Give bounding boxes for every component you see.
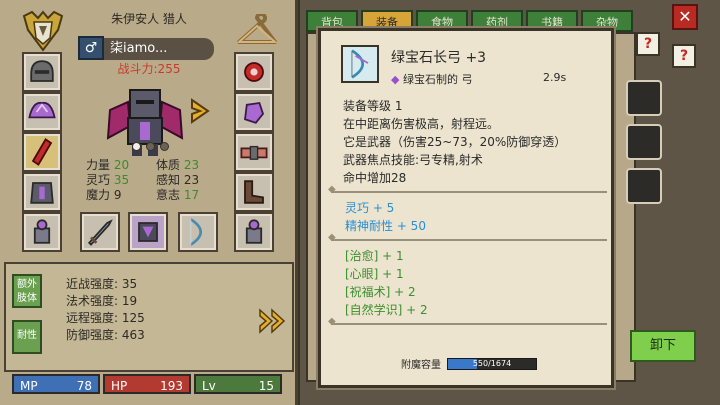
desc-line: 武器焦点技能:弓专精,射术 xyxy=(343,153,483,167)
stat-constitution: 体质 23 xyxy=(156,158,200,172)
extra-limbs-tab[interactable]: 额外 肢体 xyxy=(12,274,42,308)
mp-bar: MP 78 xyxy=(12,374,100,394)
page-indicator-dot[interactable] xyxy=(132,142,141,151)
enchant-progress-bar: 550/1674 xyxy=(447,357,537,370)
boots-slot[interactable] xyxy=(234,172,274,212)
bonus-line: [祝福术] + 2 xyxy=(345,285,416,299)
stat-dexterity: 灵巧 35 xyxy=(86,173,130,187)
defense-strength: 防御强度: 463 xyxy=(66,328,145,342)
hp-bar: HP 193 xyxy=(103,374,191,394)
spell-strength: 法术强度: 19 xyxy=(66,294,138,308)
attribute-bonuses: 灵巧 + 5 精神耐性 + 50 xyxy=(345,199,426,235)
item-tooltip: 绿宝石长弓 +3 ◆ 绿宝石制的 弓 2.9s 装备等级 1 在中距离伤害极高，… xyxy=(318,28,614,388)
attack-speed: 2.9s xyxy=(543,71,567,84)
desc-line: 它是武器（伤害25~73，20%防御穿透） xyxy=(343,135,567,149)
gem-diamond-icon: ◆ xyxy=(391,73,400,86)
inventory-slot[interactable] xyxy=(626,124,662,160)
inventory-slot[interactable] xyxy=(626,168,662,204)
character-portrait xyxy=(100,80,190,160)
shoulder-slot[interactable] xyxy=(22,92,62,132)
stat-perception: 感知 23 xyxy=(156,173,200,187)
combat-strength-list: 近战强度: 35 法术强度: 19 远程强度: 125 防御强度: 463 xyxy=(66,276,145,344)
ring-slot-left[interactable] xyxy=(22,212,62,252)
level-bar: Lv 15 xyxy=(194,374,282,394)
desc-line: 在中距离伤害极高，射程远。 xyxy=(343,117,500,131)
gloves-slot[interactable] xyxy=(234,92,274,132)
bonus-line: [心眼] + 1 xyxy=(345,267,404,281)
inventory-tabs: 背包 装备 食物 药剂 书籍 杂物 xyxy=(300,10,660,32)
offhand-slot[interactable] xyxy=(128,212,168,252)
enchant-value: 550/1674 xyxy=(472,358,512,368)
page-indicator-dot[interactable] xyxy=(160,142,169,151)
resource-bar: MP 78 HP 193 Lv 15 xyxy=(12,374,282,394)
desc-line: 命中增加28 xyxy=(343,171,407,185)
bonus-line: 精神耐性 + 50 xyxy=(345,219,426,233)
belt-slot[interactable] xyxy=(234,132,274,172)
divider xyxy=(328,184,607,195)
item-material: ◆ 绿宝石制的 弓 xyxy=(391,73,473,86)
helmet-slot[interactable] xyxy=(22,52,62,92)
unequip-button[interactable]: 卸下 xyxy=(630,330,696,362)
bonus-line: [自然学识] + 2 xyxy=(345,303,428,317)
bonus-line: [治愈] + 1 xyxy=(345,249,404,263)
gender-male-icon: ♂ xyxy=(78,36,104,60)
help-icon[interactable]: ? xyxy=(636,32,660,56)
chest-armor-slot[interactable] xyxy=(22,172,62,212)
combat-details-panel: 额外 肢体 耐性 近战强度: 35 法术强度: 19 远程强度: 125 防御强… xyxy=(4,262,294,372)
cloak-slot[interactable] xyxy=(22,132,62,172)
weapon-sword-slot[interactable] xyxy=(80,212,120,252)
help-icon[interactable]: ? xyxy=(672,44,696,68)
skill-bonuses: [治愈] + 1 [心眼] + 1 [祝福术] + 2 [自然学识] + 2 xyxy=(345,247,428,319)
ring-slot-right[interactable] xyxy=(234,212,274,252)
stat-strength: 力量 20 xyxy=(86,158,130,172)
stat-will: 意志 17 xyxy=(156,188,200,202)
next-page-arrow-icon[interactable] xyxy=(188,96,214,126)
item-description: 装备等级 1 在中距离伤害极高，射程远。 它是武器（伤害25~73，20%防御穿… xyxy=(343,97,566,187)
item-name: 绿宝石长弓 +3 xyxy=(391,50,487,66)
melee-strength: 近战强度: 35 xyxy=(66,277,138,291)
close-button[interactable]: ✕ xyxy=(672,4,698,30)
attribute-stats: 力量 20 体质 23 灵巧 35 感知 23 魔力 9 意志 17 xyxy=(86,158,226,203)
amulet-slot[interactable] xyxy=(234,52,274,92)
character-panel: 朱伊安人 猎人 ♂ 柒iamo... 战斗力:255 力量 20 体质 23 灵… xyxy=(0,0,298,405)
divider xyxy=(328,232,607,243)
resistance-tab[interactable]: 耐性 xyxy=(12,320,42,354)
longbow-icon xyxy=(341,45,379,83)
page-indicator-dot[interactable] xyxy=(146,142,155,151)
equip-level: 装备等级 1 xyxy=(343,99,403,113)
bonus-line: 灵巧 + 5 xyxy=(345,201,395,215)
divider xyxy=(328,316,607,327)
bow-weapon-slot[interactable] xyxy=(178,212,218,252)
ranged-strength: 远程强度: 125 xyxy=(66,311,145,325)
inventory-slot[interactable] xyxy=(626,80,662,116)
stat-magic: 魔力 9 xyxy=(86,188,122,202)
double-chevron-right-icon[interactable] xyxy=(256,304,290,338)
wardrobe-hanger-icon[interactable] xyxy=(236,12,278,50)
enchant-capacity: 附魔容量 550/1674 xyxy=(401,356,537,371)
player-name[interactable]: 柒iamo... xyxy=(104,38,214,60)
